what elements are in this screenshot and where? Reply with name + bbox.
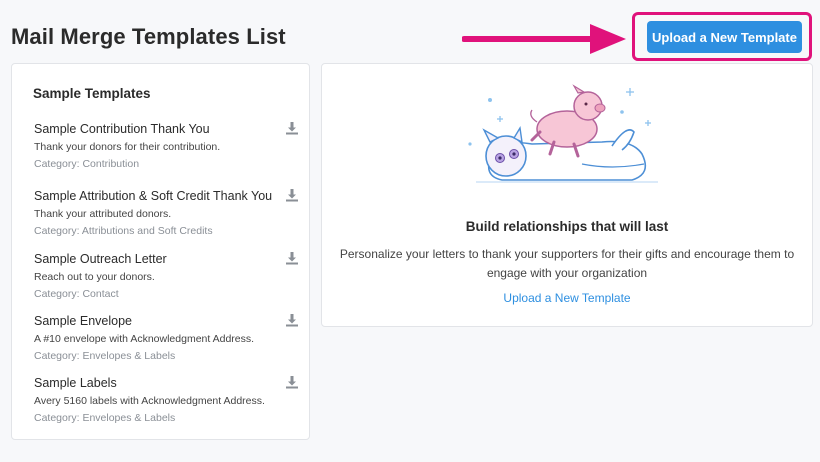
template-description: Avery 5160 labels with Acknowledgment Ad… <box>34 395 265 407</box>
template-item-envelope: Sample Envelope A #10 envelope with Ackn… <box>34 313 299 363</box>
template-category: Category: Contact <box>34 288 119 300</box>
template-title: Sample Envelope <box>34 314 132 328</box>
page-title: Mail Merge Templates List <box>11 24 286 49</box>
template-title: Sample Labels <box>34 376 117 390</box>
download-icon[interactable] <box>285 375 299 389</box>
upload-template-button[interactable]: Upload a New Template <box>647 21 802 53</box>
template-description: A #10 envelope with Acknowledgment Addre… <box>34 333 255 345</box>
template-category: Category: Contribution <box>34 158 140 170</box>
sample-templates-heading: Sample Templates <box>33 86 151 101</box>
template-category: Category: Envelopes & Labels <box>34 350 176 362</box>
sample-templates-panel: Sample Templates Sample Contribution Tha… <box>11 63 310 440</box>
template-item-contribution-thank-you: Sample Contribution Thank You Thank your… <box>34 121 299 171</box>
template-item-outreach-letter: Sample Outreach Letter Reach out to your… <box>34 251 299 301</box>
template-description: Reach out to your donors. <box>34 271 155 283</box>
empty-state-heading: Build relationships that will last <box>465 219 669 234</box>
template-title: Sample Outreach Letter <box>34 252 167 266</box>
template-description: Thank your donors for their contribution… <box>34 141 221 153</box>
pointer-arrow-icon <box>462 24 626 54</box>
download-icon[interactable] <box>285 188 299 202</box>
download-icon[interactable] <box>285 313 299 327</box>
empty-state-panel: Build relationships that will last Perso… <box>321 63 813 327</box>
template-category: Category: Envelopes & Labels <box>34 412 176 424</box>
template-item-attribution-thank-you: Sample Attribution & Soft Credit Thank Y… <box>34 188 299 238</box>
template-item-labels: Sample Labels Avery 5160 labels with Ack… <box>34 375 299 425</box>
download-icon[interactable] <box>285 121 299 135</box>
template-category: Category: Attributions and Soft Credits <box>34 225 213 237</box>
download-icon[interactable] <box>285 251 299 265</box>
template-title: Sample Contribution Thank You <box>34 122 210 136</box>
upload-template-link[interactable]: Upload a New Template <box>322 291 812 305</box>
pig-and-cat-illustration <box>468 84 658 183</box>
template-title: Sample Attribution & Soft Credit Thank Y… <box>34 189 273 203</box>
template-description: Thank your attributed donors. <box>34 208 172 220</box>
empty-state-description: Personalize your letters to thank your s… <box>339 247 795 280</box>
